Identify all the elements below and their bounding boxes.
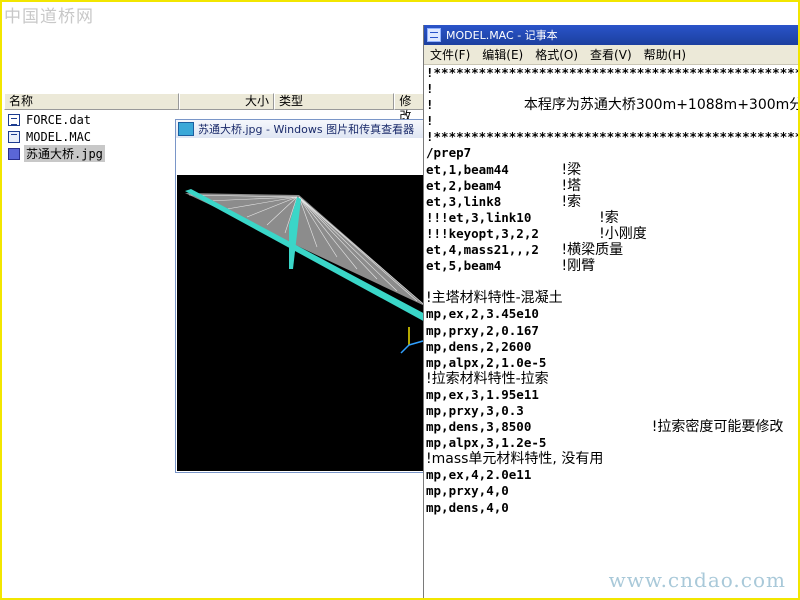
code-text: mp,ex,4,2.0e11: [426, 467, 532, 483]
menu-file[interactable]: 文件(F): [424, 46, 476, 63]
viewer-title-bar[interactable]: 苏通大桥.jpg - Windows 图片和传真查看器: [176, 120, 428, 138]
code-text: mp,alpx,3,1.2e-5: [426, 435, 547, 451]
code-line: et,1,beam44 !梁: [426, 162, 800, 178]
code-text: et,1,beam44: [426, 161, 562, 177]
code-line: mp,dens,4,0: [426, 500, 800, 516]
notepad-title-bar[interactable]: MODEL.MAC - 记事本: [424, 25, 800, 45]
column-header-name[interactable]: 名称: [4, 93, 180, 110]
code-line: mp,ex,4,2.0e11: [426, 467, 800, 483]
code-text: !: [426, 97, 524, 113]
code-line: et,3,link8 !索: [426, 194, 800, 210]
code-text: mp,alpx,2,1.0e-5: [426, 354, 547, 370]
code-text: /prep7: [426, 145, 472, 161]
code-line: !***************************************…: [426, 65, 800, 81]
code-line: ! 本程序为苏通大桥300m+1088m+300m分析计算: [426, 97, 800, 113]
bridge-model-image: [177, 175, 427, 471]
code-line: et,4,mass21,,,2 !横梁质量: [426, 242, 800, 258]
code-text: !***************************************…: [426, 129, 800, 145]
column-header-type[interactable]: 类型: [274, 93, 395, 110]
code-line: mp,dens,3,8500 !拉索密度可能要修改: [426, 419, 800, 435]
picture-viewer-icon: [178, 122, 194, 136]
code-line: !: [426, 113, 800, 129]
code-text: et,2,beam4: [426, 177, 562, 193]
bridge-render: [185, 189, 427, 354]
menu-view[interactable]: 查看(V): [584, 46, 638, 63]
column-header-row: 名称 大小 类型 修改: [4, 93, 424, 123]
file-name: FORCE.dat: [26, 112, 92, 127]
code-comment: !拉索材料特性-拉索: [426, 370, 549, 387]
mac-file-icon: [8, 130, 20, 143]
menu-help[interactable]: 帮助(H): [638, 46, 692, 63]
watermark-url-bottom: www.cndao.com: [608, 568, 786, 592]
code-text: !: [426, 113, 434, 129]
code-line: !: [426, 81, 800, 97]
code-line: !主塔材料特性-混凝土: [426, 290, 800, 306]
code-line: mp,prxy,2,0.167: [426, 323, 800, 339]
column-header-modified[interactable]: 修改: [394, 93, 424, 123]
code-line: mp,prxy,4,0: [426, 483, 800, 499]
code-comment: !索: [599, 209, 619, 226]
code-line: mp,dens,2,2600: [426, 339, 800, 355]
file-name: 苏通大桥.jpg: [24, 145, 105, 162]
code-text: mp,dens,4,0: [426, 499, 509, 515]
jpg-file-icon: [8, 147, 20, 160]
code-text: mp,ex,3,1.95e11: [426, 386, 539, 402]
file-list: FORCE.dat MODEL.MAC 苏通大桥.jpg: [4, 111, 179, 162]
axis-triad: [400, 327, 424, 354]
code-line: mp,alpx,2,1.0e-5: [426, 355, 800, 371]
code-text: mp,prxy,2,0.167: [426, 322, 539, 338]
code-line: mp,ex,3,1.95e11: [426, 387, 800, 403]
notepad-menu-bar: 文件(F) 编辑(E) 格式(O) 查看(V) 帮助(H): [424, 45, 800, 65]
code-text: et,3,link8: [426, 193, 562, 209]
notepad-window: MODEL.MAC - 记事本 文件(F) 编辑(E) 格式(O) 查看(V) …: [423, 25, 800, 600]
code-text: mp,dens,3,8500: [426, 419, 652, 435]
code-comment: !拉索密度可能要修改: [651, 419, 784, 436]
dat-file-icon: [8, 113, 20, 126]
code-comment: !横梁质量: [561, 242, 624, 259]
code-text: !***************************************…: [426, 65, 800, 80]
code-comment: !主塔材料特性-混凝土: [426, 290, 563, 307]
code-line: mp,prxy,3,0.3: [426, 403, 800, 419]
code-comment: !梁: [561, 161, 582, 178]
code-comment: !小刚度: [599, 225, 647, 242]
code-line: !mass单元材料特性, 没有用: [426, 451, 800, 467]
code-comment: !刚臂: [561, 258, 596, 275]
notepad-icon: [427, 28, 441, 42]
code-text: !: [426, 81, 434, 97]
code-text: !!!keyopt,3,2,2: [426, 225, 600, 241]
code-line: mp,ex,2,3.45e10: [426, 306, 800, 322]
viewer-title: 苏通大桥.jpg - Windows 图片和传真查看器: [198, 123, 415, 136]
code-text: et,4,mass21,,,2: [426, 242, 562, 258]
code-comment: !索: [561, 193, 582, 210]
code-text: mp,ex,2,3.45e10: [426, 306, 539, 322]
code-line: !拉索材料特性-拉索: [426, 371, 800, 387]
notepad-text-area[interactable]: !***************************************…: [426, 65, 800, 600]
file-row-force-dat[interactable]: FORCE.dat: [4, 111, 179, 128]
code-text: mp,prxy,4,0: [426, 483, 509, 499]
notepad-title: MODEL.MAC - 记事本: [446, 29, 558, 42]
menu-edit[interactable]: 编辑(E): [476, 46, 529, 63]
code-line: et,5,beam4 !刚臂: [426, 258, 800, 274]
watermark-logo-top: 中国道桥网: [4, 7, 94, 27]
image-viewer-window: 苏通大桥.jpg - Windows 图片和传真查看器: [175, 119, 429, 473]
file-name: MODEL.MAC: [26, 129, 92, 144]
code-line: et,2,beam4 !塔: [426, 178, 800, 194]
code-line: !!!keyopt,3,2,2 !小刚度: [426, 226, 800, 242]
code-comment: 本程序为苏通大桥300m+1088m+300m分析计算: [523, 97, 800, 114]
code-text: !!!et,3,link10: [426, 209, 600, 225]
code-text: mp,prxy,3,0.3: [426, 402, 524, 418]
menu-format[interactable]: 格式(O): [529, 46, 584, 63]
file-row-sutong-jpg[interactable]: 苏通大桥.jpg: [4, 145, 179, 162]
code-line: !***************************************…: [426, 129, 800, 145]
code-line: mp,alpx,3,1.2e-5: [426, 435, 800, 451]
file-row-model-mac[interactable]: MODEL.MAC: [4, 128, 179, 145]
column-header-size[interactable]: 大小: [179, 93, 275, 110]
code-line: !!!et,3,link10 !索: [426, 210, 800, 226]
code-comment: !mass单元材料特性, 没有用: [426, 451, 604, 468]
code-text: mp,dens,2,2600: [426, 338, 532, 354]
code-comment: !塔: [561, 177, 582, 194]
code-line: /prep7: [426, 145, 800, 161]
code-text: et,5,beam4: [426, 258, 562, 274]
